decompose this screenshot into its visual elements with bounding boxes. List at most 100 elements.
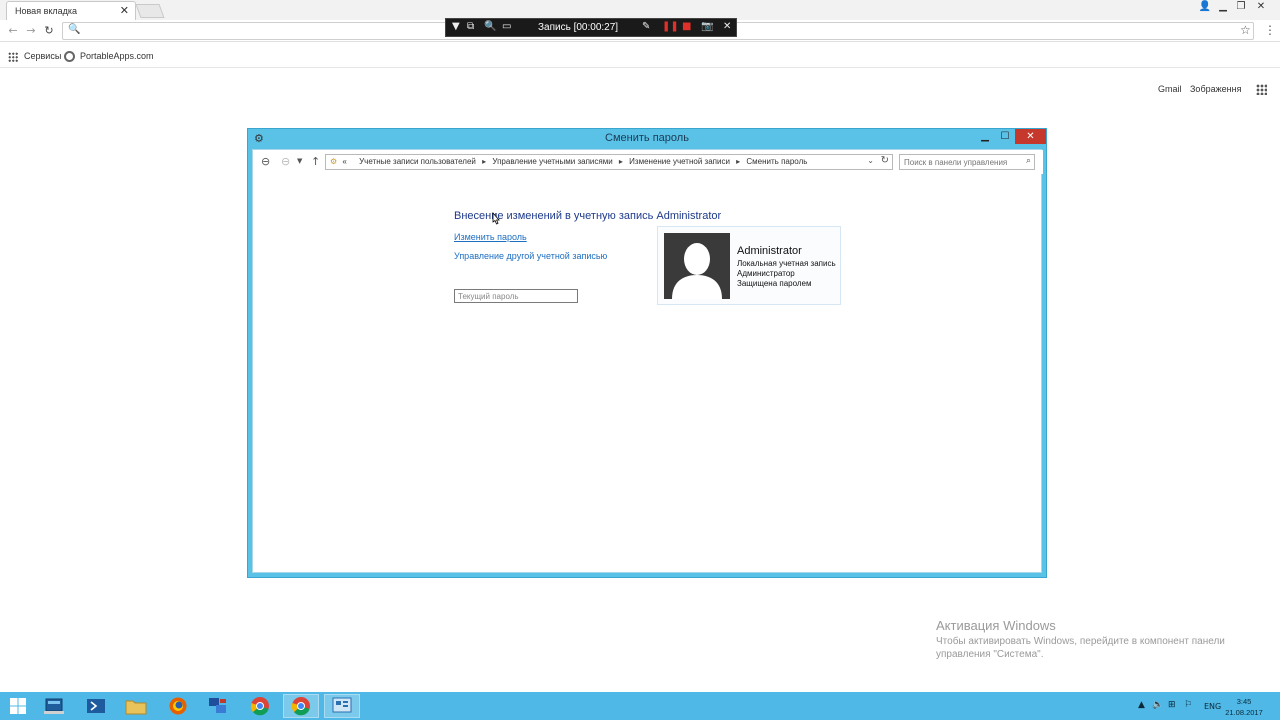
google-apps-icon[interactable] bbox=[1256, 84, 1267, 95]
window-maximize-icon[interactable]: ☐ bbox=[995, 129, 1015, 144]
breadcrumb-overflow[interactable]: « bbox=[342, 157, 346, 166]
control-panel-small-icon: ⚙ bbox=[330, 157, 338, 166]
firefox-icon bbox=[169, 697, 187, 715]
clock-time: 3:45 bbox=[1236, 697, 1252, 706]
reload-icon[interactable]: ↻ bbox=[42, 23, 56, 39]
taskbar: ▲ 🔈 ⊞ ⚐ ENG bbox=[0, 692, 1280, 720]
control-panel-icon bbox=[332, 697, 352, 713]
window-close-icon[interactable]: ✕ bbox=[1015, 129, 1046, 144]
back-arrow-icon[interactable]: ← bbox=[6, 23, 20, 39]
screen-recorder-bar: ▼ ⧉ 🔍 ▭ Запись [00:00:27] ✎ ❚❚ ■ 📷 ✕ bbox=[445, 18, 737, 37]
breadcrumb-change-account[interactable]: Изменение учетной записи bbox=[629, 157, 730, 166]
refresh-icon[interactable]: ↻ bbox=[881, 155, 889, 166]
speaker-icon[interactable]: 🔈 bbox=[1152, 700, 1163, 710]
close-icon[interactable]: ✕ bbox=[1252, 0, 1270, 14]
apps-grid-icon[interactable] bbox=[8, 52, 18, 62]
up-arrow-icon[interactable]: ↑ bbox=[311, 155, 320, 168]
new-tab-button[interactable] bbox=[135, 4, 165, 18]
search-icon: 🔍 bbox=[68, 24, 81, 35]
chrome-icon bbox=[291, 697, 310, 716]
user-role: Администратор bbox=[737, 269, 795, 278]
tray-overflow-icon[interactable]: ▲ bbox=[1138, 700, 1145, 710]
window-minimize-icon[interactable]: ▁ bbox=[975, 129, 995, 144]
restore-icon[interactable]: ❐ bbox=[1232, 0, 1250, 14]
window-title: Сменить пароль bbox=[605, 132, 689, 144]
user-icon[interactable]: 👤 bbox=[1196, 0, 1214, 14]
forward-icon[interactable]: ⊖ bbox=[281, 155, 290, 168]
forward-arrow-icon[interactable]: → bbox=[24, 23, 38, 39]
clock-date: 21.08.2017 bbox=[1225, 708, 1263, 717]
recorder-pause-icon[interactable]: ❚❚ bbox=[662, 21, 679, 32]
menu-icon[interactable]: ⋮ bbox=[1264, 23, 1276, 37]
portableapps-icon bbox=[64, 51, 75, 62]
user-silhouette-icon bbox=[672, 243, 722, 299]
powershell-button[interactable] bbox=[78, 694, 114, 718]
breadcrumb-user-accounts[interactable]: Учетные записи пользователей bbox=[359, 157, 476, 166]
recorder-region-icon[interactable]: ▭ bbox=[502, 21, 511, 32]
breadcrumb-separator-icon: ▸ bbox=[482, 157, 487, 166]
search-input[interactable] bbox=[904, 156, 1016, 168]
breadcrumb-separator-icon: ▸ bbox=[736, 157, 741, 166]
window-content: ⊖ ⊖ ▼ ↑ ⚙ « Учетные записи пользователей… bbox=[252, 149, 1043, 573]
change-password-window: ⚙ Сменить пароль ▁ ☐ ✕ ⊖ ⊖ ▼ ↑ ⚙ « Учетн… bbox=[247, 128, 1047, 578]
chrome-button-1[interactable] bbox=[242, 694, 278, 718]
recent-dropdown-icon[interactable]: ▼ bbox=[297, 157, 302, 165]
avatar bbox=[664, 233, 730, 299]
current-password-field[interactable] bbox=[454, 289, 578, 303]
bookmark-portableapps[interactable]: PortableApps.com bbox=[80, 51, 154, 61]
activation-title: Активация Windows bbox=[936, 618, 1056, 633]
recorder-close-icon[interactable]: ✕ bbox=[723, 21, 731, 32]
browser-tabstrip: Новая вкладка ✕ 👤 ▁ ❐ ✕ bbox=[0, 0, 1280, 20]
start-button[interactable] bbox=[0, 694, 36, 718]
tab-close-icon[interactable]: ✕ bbox=[120, 4, 129, 17]
chrome-button-2[interactable] bbox=[283, 694, 319, 718]
network-tool-button[interactable] bbox=[200, 694, 236, 718]
firefox-button[interactable] bbox=[160, 694, 196, 718]
breadcrumb[interactable]: ⚙ « Учетные записи пользователей ▸ Управ… bbox=[325, 154, 893, 170]
change-password-link[interactable]: Изменить пароль bbox=[454, 232, 527, 242]
breadcrumb-change-password[interactable]: Сменить пароль bbox=[746, 157, 807, 166]
network-icon bbox=[209, 698, 226, 713]
activation-text: Чтобы активировать Windows, перейдите в … bbox=[936, 636, 1225, 660]
flag-icon[interactable]: ⚐ bbox=[1184, 700, 1192, 710]
language-indicator[interactable]: ENG bbox=[1204, 702, 1221, 711]
user-account-type: Локальная учетная запись bbox=[737, 259, 836, 268]
back-icon[interactable]: ⊖ bbox=[261, 155, 270, 168]
user-card: Administrator Локальная учетная запись А… bbox=[657, 226, 841, 305]
breadcrumb-manage-accounts[interactable]: Управление учетными записями bbox=[492, 157, 612, 166]
windows-logo-icon bbox=[10, 698, 26, 714]
mouse-cursor-icon bbox=[492, 212, 500, 225]
recorder-title: Запись [00:00:27] bbox=[538, 22, 619, 33]
tab-title: Новая вкладка bbox=[15, 6, 78, 16]
folder-icon bbox=[125, 700, 147, 715]
chrome-icon bbox=[250, 697, 269, 716]
tab-new-tab[interactable]: Новая вкладка ✕ bbox=[6, 1, 136, 20]
file-explorer-button[interactable] bbox=[118, 694, 154, 718]
explorer-navigation: ⊖ ⊖ ▼ ↑ ⚙ « Учетные записи пользователей… bbox=[253, 150, 1043, 174]
recorder-menu-icon[interactable]: ▼ bbox=[452, 21, 460, 32]
minimize-icon[interactable]: ▁ bbox=[1214, 0, 1232, 14]
powershell-icon bbox=[87, 699, 105, 713]
recorder-window-icon[interactable]: ⧉ bbox=[467, 21, 474, 32]
star-icon[interactable]: ☆ bbox=[1240, 23, 1251, 37]
server-manager-icon bbox=[44, 698, 64, 714]
recorder-zoom-icon[interactable]: 🔍 bbox=[484, 21, 496, 32]
gmail-link[interactable]: Gmail bbox=[1158, 84, 1182, 94]
server-manager-button[interactable] bbox=[36, 694, 72, 718]
breadcrumb-items: ⚙ « Учетные записи пользователей ▸ Управ… bbox=[330, 157, 807, 166]
network-tray-icon[interactable]: ⊞ bbox=[1168, 700, 1176, 710]
bookmark-services[interactable]: Сервисы bbox=[24, 51, 61, 61]
user-name: Administrator bbox=[737, 245, 802, 257]
images-link[interactable]: Зображення bbox=[1190, 84, 1241, 94]
bookmarks-bar: Сервисы PortableApps.com bbox=[0, 46, 1280, 68]
address-dropdown-icon[interactable]: ⌄ bbox=[867, 156, 874, 165]
system-clock[interactable]: 3:45 21.08.2017 bbox=[1222, 696, 1266, 718]
recorder-pen-icon[interactable]: ✎ bbox=[642, 21, 650, 32]
control-panel-button[interactable] bbox=[324, 694, 360, 718]
manage-other-account-link[interactable]: Управление другой учетной записью bbox=[454, 251, 607, 261]
recorder-stop-icon[interactable]: ■ bbox=[682, 21, 691, 32]
user-password-status: Защищена паролем bbox=[737, 279, 812, 288]
recorder-camera-icon[interactable]: 📷 bbox=[701, 21, 713, 32]
control-panel-search[interactable]: ⌕ bbox=[899, 154, 1035, 170]
search-icon[interactable]: ⌕ bbox=[1026, 156, 1031, 166]
